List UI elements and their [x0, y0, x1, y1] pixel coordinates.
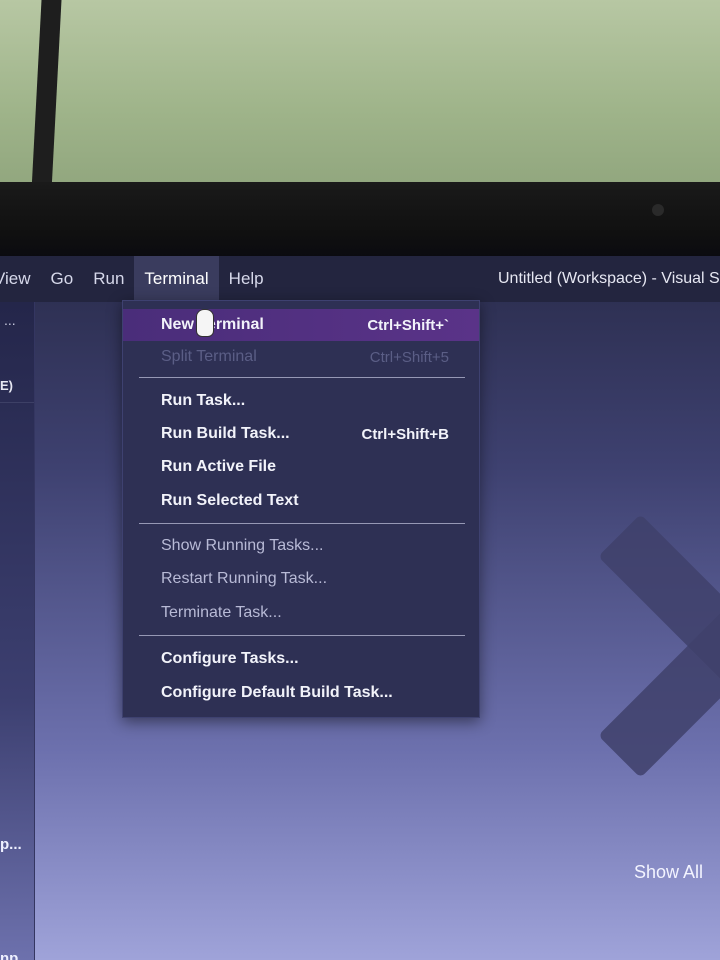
sidebar-item[interactable]: np — [0, 950, 18, 960]
menu-item-show-running-tasks[interactable]: Show Running Tasks... — [123, 530, 479, 562]
show-all-commands-link[interactable]: Show All — [634, 862, 703, 883]
webcam — [652, 204, 664, 216]
menu-item-label: Run Active File — [161, 458, 276, 475]
menu-item-label: Restart Running Task... — [161, 570, 328, 587]
menu-item-terminate-task[interactable]: Terminate Task... — [123, 597, 479, 629]
mouse-pointer-icon — [196, 309, 214, 337]
menu-item-configure-tasks[interactable]: Configure Tasks... — [123, 643, 479, 675]
menu-item-split-terminal[interactable]: Split Terminal Ctrl+Shift+5 — [123, 341, 479, 373]
menu-item-label: Run Task... — [161, 392, 246, 409]
menu-item-label: Split Terminal — [161, 348, 257, 365]
menu-go[interactable]: Go — [41, 256, 84, 302]
menu-item-run-build-task[interactable]: Run Build Task... Ctrl+Shift+B — [123, 418, 479, 450]
menu-item-configure-default-build-task[interactable]: Configure Default Build Task... — [123, 677, 479, 709]
menu-item-run-task[interactable]: Run Task... — [123, 385, 479, 417]
more-actions-icon[interactable]: ... — [4, 312, 16, 328]
window-title: Untitled (Workspace) - Visual S — [498, 270, 720, 287]
vscode-window: View Go Run Terminal Help Untitled (Work… — [0, 256, 720, 960]
menu-help[interactable]: Help — [219, 256, 274, 302]
menu-item-run-selected-text[interactable]: Run Selected Text — [123, 485, 479, 517]
menu-item-new-terminal[interactable]: New Terminal Ctrl+Shift+` — [123, 309, 479, 341]
monitor-bezel — [0, 182, 720, 256]
menu-item-shortcut: Ctrl+Shift+` — [367, 316, 449, 334]
sidebar: ... E) p... np — [0, 302, 35, 960]
terminal-menu-dropdown: New Terminal Ctrl+Shift+` Split Terminal… — [122, 300, 480, 718]
sidebar-section-label: E) — [0, 378, 13, 393]
menu-item-label: Run Selected Text — [161, 492, 299, 509]
sidebar-item[interactable]: p... — [0, 836, 22, 853]
menu-divider — [139, 377, 465, 378]
menu-run[interactable]: Run — [83, 256, 134, 302]
menu-item-label: Configure Default Build Task... — [161, 684, 393, 701]
menu-item-label: Configure Tasks... — [161, 650, 299, 667]
menu-item-shortcut: Ctrl+Shift+B — [361, 425, 449, 443]
background-wall — [0, 0, 720, 200]
menu-item-run-active-file[interactable]: Run Active File — [123, 451, 479, 483]
menu-item-shortcut: Ctrl+Shift+5 — [369, 348, 449, 366]
menu-terminal[interactable]: Terminal — [134, 256, 219, 302]
menu-item-label: Run Build Task... — [161, 425, 290, 442]
menu-item-label: Show Running Tasks... — [161, 537, 324, 554]
sidebar-divider — [0, 402, 34, 403]
menu-item-label: Terminate Task... — [161, 604, 282, 621]
menu-divider — [139, 635, 465, 636]
menu-divider — [139, 523, 465, 524]
menu-item-restart-running-task[interactable]: Restart Running Task... — [123, 563, 479, 595]
menu-view[interactable]: View — [0, 256, 41, 302]
